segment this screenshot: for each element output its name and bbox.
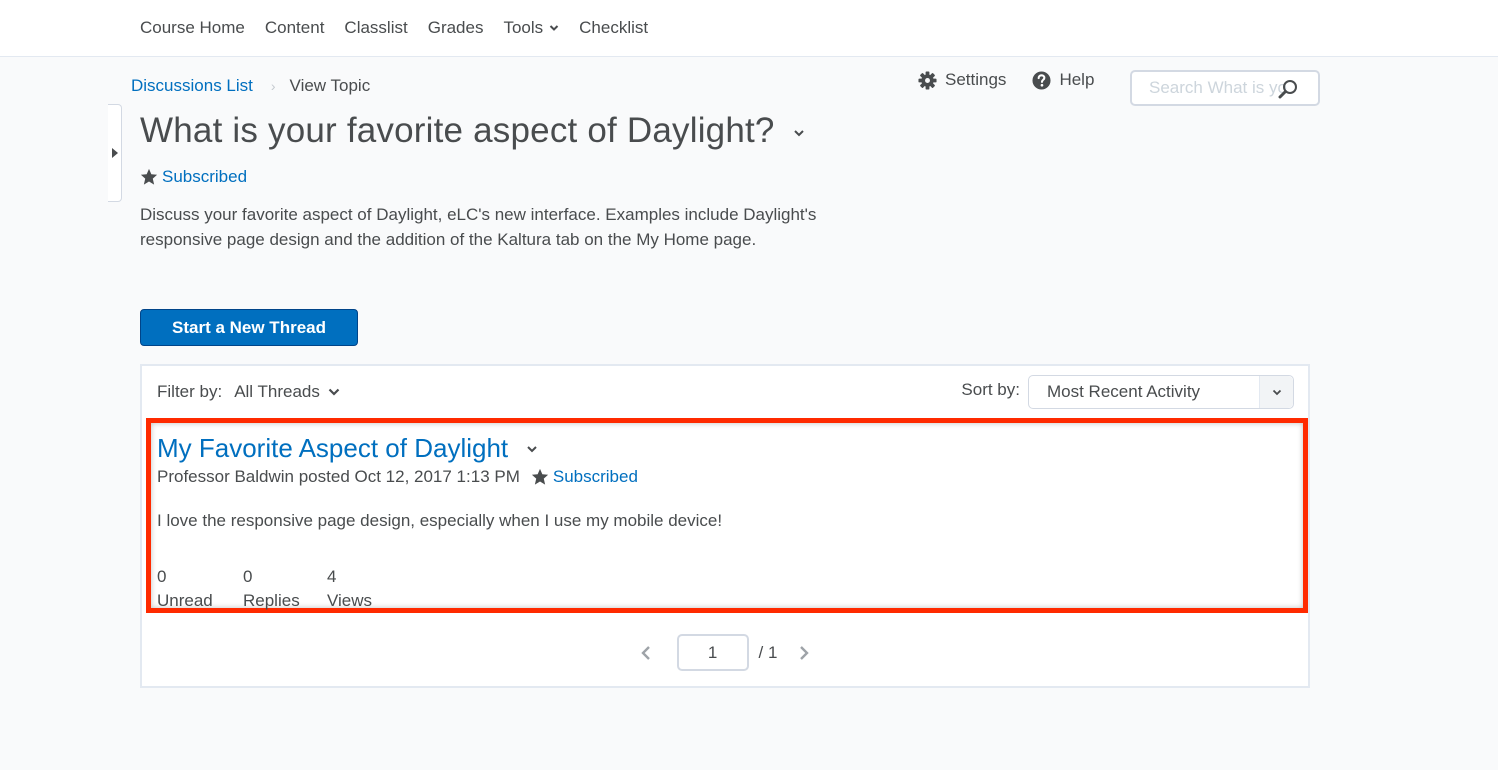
breadcrumb: Discussions List › View Topic <box>131 76 370 96</box>
stat-unread-value: 0 <box>157 567 167 586</box>
thread-subscribed-label: Subscribed <box>552 467 638 486</box>
topic-actions: Settings Help <box>918 70 1120 90</box>
nav-grades[interactable]: Grades <box>428 18 484 38</box>
filter-dropdown[interactable]: All Threads <box>234 382 340 402</box>
star-icon <box>140 168 158 185</box>
topic-search-input[interactable] <box>1149 78 1287 98</box>
sort-label: Sort by: <box>961 380 1020 399</box>
stat-replies: 0 Replies <box>243 565 327 613</box>
chevron-down-icon[interactable] <box>793 129 805 137</box>
pagination: / 1 <box>142 634 1308 671</box>
breadcrumb-separator: › <box>270 78 276 94</box>
nav-course-home-label: Course Home <box>140 18 245 37</box>
thread-author-date: Professor Baldwin posted Oct 12, 2017 1:… <box>157 467 520 486</box>
nav-classlist[interactable]: Classlist <box>344 18 407 38</box>
filter-value: All Threads <box>234 382 320 401</box>
topic-title-row: What is your favorite aspect of Daylight… <box>140 111 805 151</box>
topic-description: Discuss your favorite aspect of Daylight… <box>140 205 817 249</box>
stat-replies-value: 0 <box>243 567 253 586</box>
nav-grades-label: Grades <box>427 18 484 37</box>
page-total: / 1 <box>758 642 778 662</box>
help-label: Help <box>1059 70 1095 89</box>
thread-meta: Professor Baldwin posted Oct 12, 2017 1:… <box>157 467 638 487</box>
topic-subscribed-toggle[interactable]: Subscribed <box>140 167 247 187</box>
chevron-down-icon <box>549 25 559 31</box>
thread-subscribed-toggle[interactable]: Subscribed <box>531 467 638 487</box>
help-button[interactable]: Help <box>1032 70 1094 90</box>
topic-subscribed-label: Subscribed <box>162 167 248 186</box>
thread-stats: 0 Unread 0 Replies 4 Views <box>157 565 372 613</box>
nav-content-label: Content <box>264 18 325 37</box>
help-circle-icon <box>1032 70 1051 90</box>
chevron-down-icon[interactable] <box>526 445 538 453</box>
settings-button[interactable]: Settings <box>918 70 1006 90</box>
threads-panel: Filter by: All Threads Sort by: Most Rec… <box>140 364 1310 688</box>
thread-title-row: My Favorite Aspect of Daylight <box>157 433 538 464</box>
thread-item: My Favorite Aspect of Daylight Professor… <box>146 418 1308 613</box>
page-title: What is your favorite aspect of Daylight… <box>140 111 775 150</box>
nav-content[interactable]: Content <box>265 18 325 38</box>
nav-checklist-label: Checklist <box>579 18 649 37</box>
chevron-down-icon <box>328 388 340 396</box>
thread-title-link[interactable]: My Favorite Aspect of Daylight <box>157 433 508 464</box>
breadcrumb-discussions-list[interactable]: Discussions List <box>131 76 253 96</box>
filter-label: Filter by: <box>157 382 223 401</box>
nav-course-home[interactable]: Course Home <box>140 18 245 38</box>
thread-filter: Filter by: All Threads <box>157 382 340 402</box>
side-panel-toggle[interactable] <box>108 104 122 202</box>
gear-icon <box>918 70 937 90</box>
sort-value: Most Recent Activity <box>1047 382 1201 401</box>
previous-page-button[interactable] <box>640 645 651 661</box>
sort-dropdown-button[interactable] <box>1259 376 1293 408</box>
start-new-thread-button[interactable]: Start a New Thread <box>140 309 358 346</box>
next-page-button[interactable] <box>799 645 810 661</box>
star-icon <box>531 468 548 485</box>
stat-views-label: Views <box>327 591 373 610</box>
sort-select[interactable]: Most Recent Activity <box>1028 375 1294 409</box>
stat-views: 4 Views <box>327 565 372 613</box>
settings-label: Settings <box>945 70 1007 89</box>
nav-classlist-label: Classlist <box>344 18 408 37</box>
breadcrumb-current: View Topic <box>289 76 371 95</box>
chevron-down-icon <box>1272 389 1281 395</box>
nav-tools[interactable]: Tools <box>503 18 559 38</box>
search-icon[interactable] <box>1278 79 1298 99</box>
nav-tools-label: Tools <box>503 18 544 37</box>
caret-right-icon <box>111 148 118 158</box>
thread-sort: Sort by: Most Recent Activity <box>961 375 1294 409</box>
chevron-right-icon <box>800 645 810 660</box>
stat-unread: 0 Unread <box>157 565 243 613</box>
topic-search <box>1130 70 1320 106</box>
nav-checklist[interactable]: Checklist <box>579 18 648 38</box>
chevron-left-icon <box>640 645 650 660</box>
page-number-input[interactable] <box>676 634 749 671</box>
stat-unread-label: Unread <box>157 591 213 610</box>
stat-views-value: 4 <box>327 567 337 586</box>
thread-body: I love the responsive page design, espec… <box>157 511 723 530</box>
course-navbar: Course Home Content Classlist Grades Too… <box>0 0 1498 57</box>
stat-replies-label: Replies <box>243 591 300 610</box>
